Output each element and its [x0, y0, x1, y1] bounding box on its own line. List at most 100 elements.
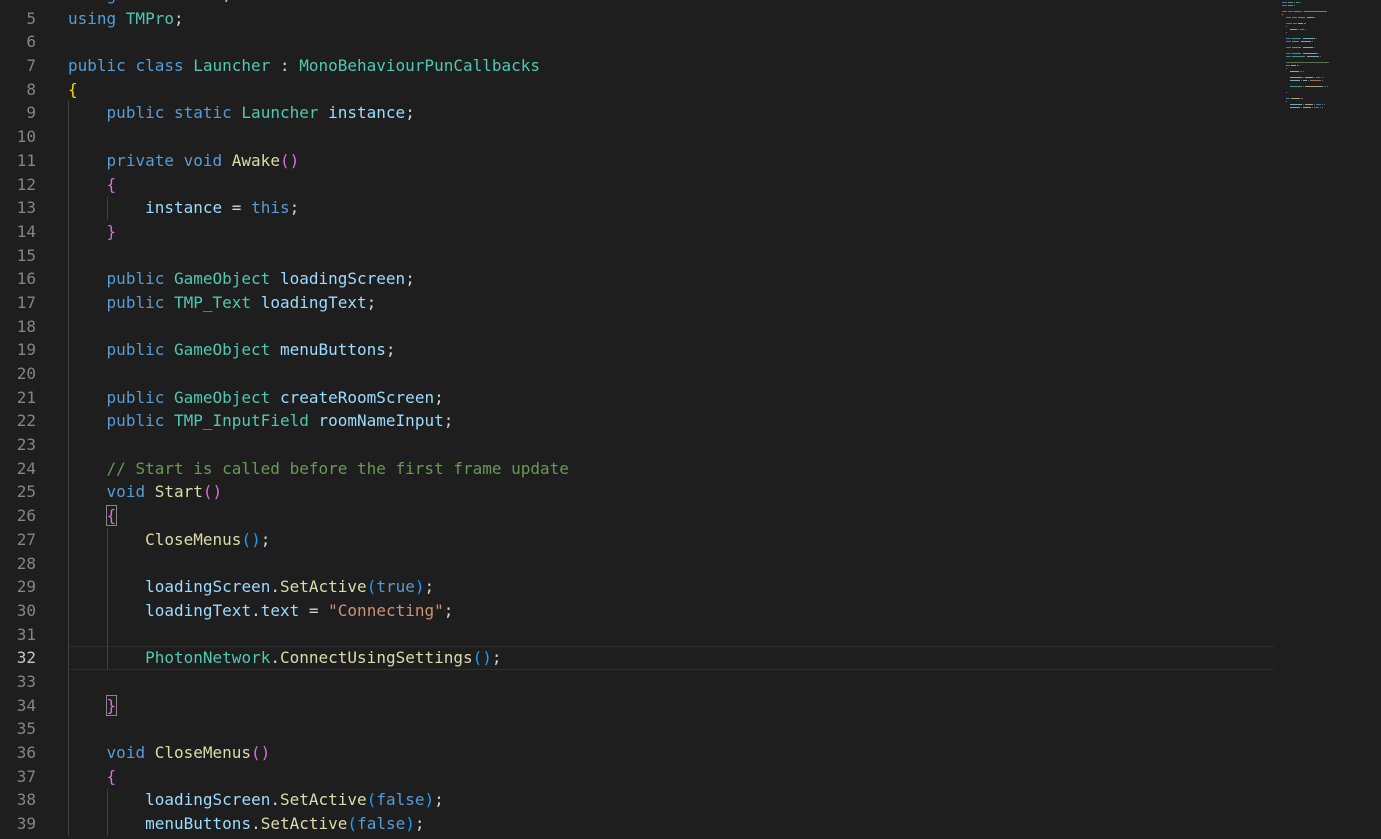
code-token: static	[173, 103, 242, 123]
minimap-mark	[1286, 47, 1291, 48]
code-token: ;	[289, 198, 300, 218]
code-token: ()	[202, 482, 223, 502]
code-token: {	[106, 174, 117, 194]
minimap-mark	[1302, 11, 1303, 12]
code-line[interactable]: 39 menuButtons.SetActive(false);	[0, 812, 1381, 836]
code-text: loadingScreen.SetActive(false);	[145, 788, 444, 812]
code-line[interactable]: 4 using Photon.Pun;	[0, 0, 1381, 7]
code-token: MonoBehaviourPunCallbacks	[299, 56, 541, 76]
code-line[interactable]: 21 public GameObject createRoomScreen;	[0, 386, 1381, 410]
code-line[interactable]: 20	[0, 362, 1381, 386]
code-token: )	[405, 814, 415, 834]
code-line[interactable]: 37 {	[0, 765, 1381, 789]
code-token: Photon	[126, 0, 184, 4]
code-token: ()	[279, 150, 300, 170]
code-line[interactable]: 25 void Start()	[0, 480, 1381, 504]
code-line[interactable]: 22 public TMP_InputField roomNameInput;	[0, 409, 1381, 433]
line-number: 4	[0, 0, 36, 7]
code-token: =	[222, 198, 252, 218]
minimap[interactable]	[1280, 0, 1350, 120]
minimap-mark	[1315, 17, 1316, 18]
code-line[interactable]: 10	[0, 125, 1381, 149]
code-token: {	[106, 766, 117, 786]
minimap-mark	[1312, 107, 1313, 108]
code-line[interactable]: 32 PhotonNetwork.ConnectUsingSettings();	[0, 646, 1381, 670]
code-token: Launcher	[241, 103, 319, 123]
line-number: 6	[26, 32, 36, 52]
code-line[interactable]: 11 private void Awake()	[0, 149, 1381, 173]
code-token: SetActive	[279, 577, 367, 597]
code-token: true	[376, 577, 415, 597]
line-number: 29	[16, 577, 36, 597]
minimap-mark	[1292, 38, 1301, 39]
code-line[interactable]: 5 using TMPro;	[0, 7, 1381, 31]
minimap-mark	[1310, 80, 1321, 81]
code-token: void	[106, 482, 155, 502]
code-line[interactable]: 13 instance = this;	[0, 196, 1381, 220]
minimap-mark	[1288, 11, 1293, 12]
code-text: {	[105, 504, 118, 528]
indent-guide	[106, 196, 108, 220]
code-line[interactable]: 24 // Start is called before the first fr…	[0, 457, 1381, 481]
code-token: createRoomScreen	[279, 387, 435, 407]
code-line[interactable]: 29 loadingScreen.SetActive(true);	[0, 575, 1381, 599]
code-line[interactable]: 30 loadingText.text = "Connecting";	[0, 599, 1381, 623]
code-token: Awake	[231, 150, 280, 170]
line-number: 37	[16, 766, 36, 786]
code-line[interactable]: 12 {	[0, 173, 1381, 197]
code-line[interactable]: 26 {	[0, 504, 1381, 528]
minimap-mark	[1290, 29, 1297, 30]
code-line[interactable]: 38 loadingScreen.SetActive(false);	[0, 788, 1381, 812]
minimap-mark	[1282, 14, 1283, 15]
code-token: ConnectUsingSettings	[279, 648, 473, 668]
code-line[interactable]: 15	[0, 244, 1381, 268]
code-token: PhotonNetwork	[145, 648, 271, 668]
code-line[interactable]: 6	[0, 30, 1381, 54]
code-token: ;	[173, 8, 184, 28]
minimap-mark	[1296, 2, 1299, 3]
code-line[interactable]: 23	[0, 433, 1381, 457]
minimap-mark	[1286, 41, 1291, 42]
code-token: using	[68, 8, 126, 28]
code-line[interactable]: 9 public static Launcher instance;	[0, 101, 1381, 125]
code-line[interactable]: 14}	[0, 220, 1381, 244]
code-line[interactable]: 36 void CloseMenus()	[0, 741, 1381, 765]
minimap-mark	[1286, 38, 1291, 39]
code-line[interactable]: 7 public class Launcher : MonoBehaviourPu…	[0, 54, 1381, 78]
code-text: public TMP_Text loadingText;	[107, 291, 377, 315]
code-line[interactable]: 33	[0, 670, 1381, 694]
minimap-mark	[1288, 5, 1293, 6]
line-number: 24	[16, 458, 36, 478]
code-editor[interactable]: 4using Photon.Pun;5using TMPro;67public …	[0, 0, 1381, 836]
code-line[interactable]: 34}	[0, 694, 1381, 718]
minimap-mark	[1292, 56, 1305, 57]
code-token: public	[106, 269, 174, 289]
code-line[interactable]: 27 CloseMenus();	[0, 528, 1381, 552]
code-token: }	[106, 221, 117, 241]
minimap-mark	[1316, 38, 1317, 39]
code-line[interactable]: 31	[0, 623, 1381, 647]
code-line[interactable]: 19 public GameObject menuButtons;	[0, 338, 1381, 362]
code-token: )	[414, 577, 425, 597]
minimap-mark	[1301, 98, 1303, 99]
minimap-mark	[1290, 86, 1302, 87]
code-text: public GameObject loadingScreen;	[107, 267, 415, 291]
code-line[interactable]: 28	[0, 552, 1381, 576]
minimap-mark	[1301, 41, 1311, 42]
code-line[interactable]: 17 public TMP_Text loadingText;	[0, 291, 1381, 315]
indent-guide	[106, 788, 108, 836]
minimap-mark	[1324, 104, 1325, 105]
code-text: {	[107, 765, 117, 789]
code-token: .	[184, 0, 194, 4]
line-number: 32	[16, 648, 36, 668]
minimap-mark	[1308, 80, 1309, 81]
line-number: 19	[16, 340, 36, 360]
code-token: TMPro	[125, 8, 174, 28]
code-line[interactable]: 8{	[0, 78, 1381, 102]
code-token: public	[68, 56, 136, 76]
code-line[interactable]: 35	[0, 717, 1381, 741]
minimap-mark	[1303, 80, 1307, 81]
code-line[interactable]: 18	[0, 315, 1381, 339]
code-line[interactable]: 16 public GameObject loadingScreen;	[0, 267, 1381, 291]
